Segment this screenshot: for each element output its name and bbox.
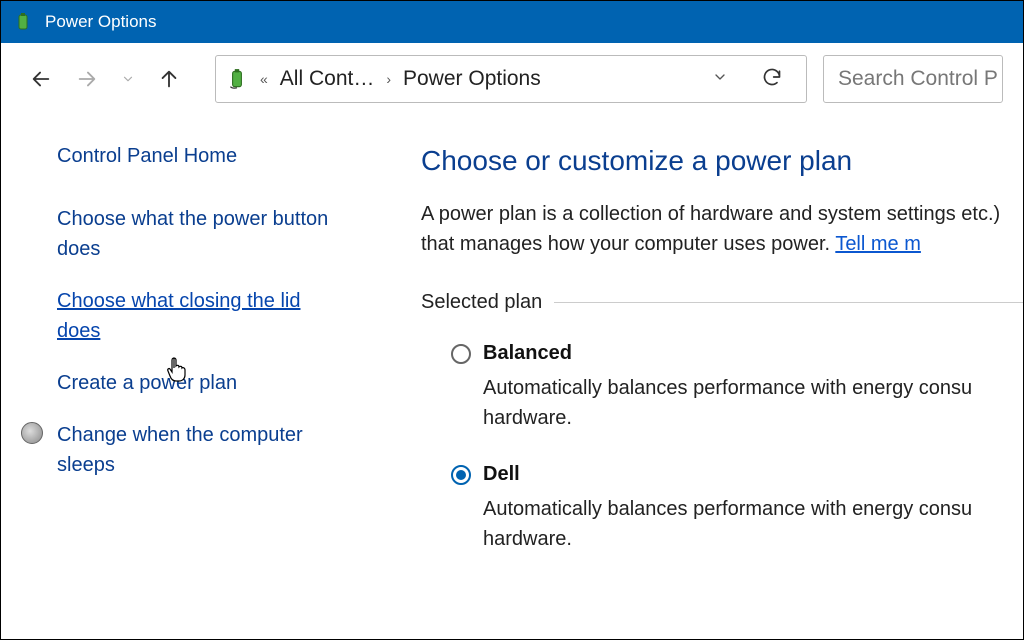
forward-button[interactable]: [67, 59, 107, 99]
chevron-right-icon: ›: [382, 71, 395, 87]
chevron-left-double-icon[interactable]: «: [256, 71, 272, 87]
plan-desc-balanced: Automatically balances performance with …: [483, 373, 1023, 433]
sidebar: Control Panel Home Choose what the power…: [1, 145, 371, 639]
refresh-button[interactable]: [748, 67, 796, 92]
radio-dell[interactable]: [451, 465, 471, 485]
page-heading: Choose or customize a power plan: [421, 145, 1023, 177]
main-panel: Choose or customize a power plan A power…: [371, 145, 1023, 639]
selected-plan-label: Selected plan: [421, 291, 542, 314]
navigation-bar: « All Cont… › Power Options Search Contr…: [1, 43, 1023, 115]
breadcrumb-segment-1[interactable]: All Cont…: [280, 67, 375, 91]
breadcrumb-segment-2[interactable]: Power Options: [403, 67, 541, 91]
address-bar[interactable]: « All Cont… › Power Options: [215, 55, 807, 103]
content-area: Control Panel Home Choose what the power…: [1, 115, 1023, 639]
plan-name-dell: Dell: [483, 463, 520, 486]
plan-name-balanced: Balanced: [483, 342, 572, 365]
sidebar-link-sleep[interactable]: Change when the computer sleeps: [57, 420, 341, 480]
sidebar-link-power-button[interactable]: Choose what the power button does: [57, 204, 341, 264]
plan-balanced: Balanced Automatically balances performa…: [451, 342, 1023, 433]
sidebar-link-closing-lid[interactable]: Choose what closing the lid does: [57, 286, 341, 346]
divider: [554, 302, 1023, 303]
battery-icon: [13, 12, 33, 32]
search-input[interactable]: Search Control P: [823, 55, 1003, 103]
titlebar: Power Options: [1, 1, 1023, 43]
address-dropdown[interactable]: [700, 69, 740, 90]
radio-balanced[interactable]: [451, 344, 471, 364]
plan-dell: Dell Automatically balances performance …: [451, 463, 1023, 554]
up-button[interactable]: [149, 59, 189, 99]
back-button[interactable]: [21, 59, 61, 99]
tell-me-more-link[interactable]: Tell me m: [835, 233, 921, 255]
search-placeholder: Search Control P: [838, 67, 998, 91]
window-title: Power Options: [45, 12, 157, 32]
sidebar-link-create-plan[interactable]: Create a power plan: [57, 368, 341, 398]
plan-desc-dell: Automatically balances performance with …: [483, 494, 1023, 554]
history-dropdown[interactable]: [113, 59, 143, 99]
control-panel-home-link[interactable]: Control Panel Home: [57, 145, 341, 168]
moon-icon: [21, 422, 43, 444]
selected-plan-group: Selected plan: [421, 291, 1023, 314]
battery-plug-icon: [226, 68, 248, 90]
page-description: A power plan is a collection of hardware…: [421, 199, 1023, 259]
